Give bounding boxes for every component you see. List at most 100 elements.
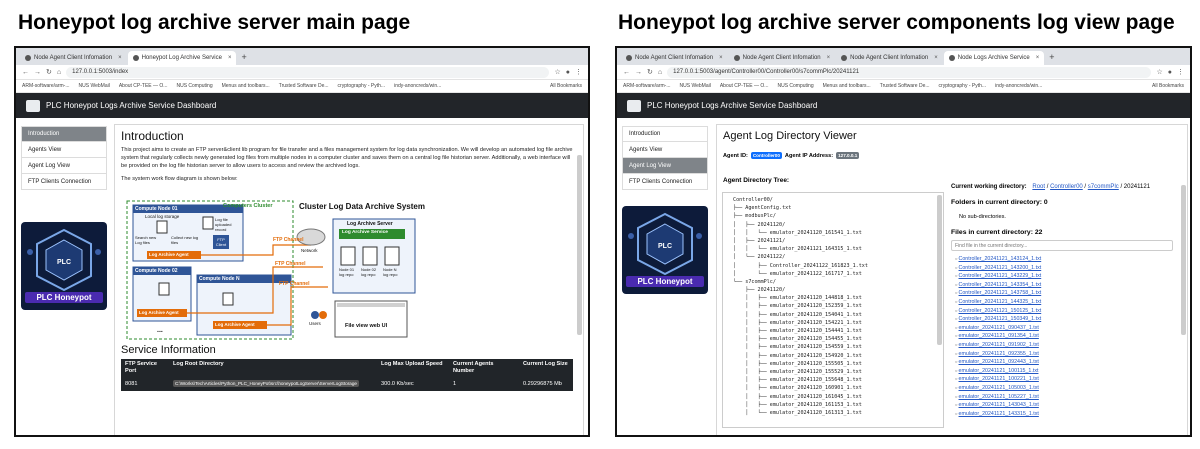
star-icon[interactable]: ☆ [554, 68, 560, 76]
tree-node[interactable]: │ ├── emulator_20241120_154455_1.txt [733, 335, 933, 343]
tree-node[interactable]: │ ├── emulator_20241120_144818_1.txt [733, 294, 933, 302]
bookmark-item[interactable]: NUS WebMail [79, 83, 110, 89]
sidebar-item-introduction[interactable]: Introduction [622, 126, 708, 142]
new-tab-icon[interactable]: + [1045, 52, 1058, 62]
page-scrollbar[interactable] [1181, 185, 1186, 335]
bookmark-item[interactable]: NUS Computing [777, 83, 813, 89]
forward-icon[interactable]: → [34, 69, 41, 76]
file-link[interactable]: emulator_20241121_100115_1.txt [959, 368, 1039, 374]
reload-icon[interactable]: ↻ [647, 68, 653, 76]
close-icon[interactable]: × [228, 55, 232, 61]
file-link[interactable]: Controller_20241121_150125_1.txt [959, 308, 1042, 314]
tab-node-agent[interactable]: Node Agent Client Infomation × [20, 51, 127, 65]
bookmark-item[interactable]: cryptography - Pyth... [338, 83, 386, 89]
new-tab-icon[interactable]: + [237, 52, 250, 62]
close-icon[interactable]: × [934, 55, 938, 61]
tree-node[interactable]: ├── AgentConfig.txt [733, 204, 933, 212]
tree-node[interactable]: │ ├── emulator_20241120_155529_1.txt [733, 368, 933, 376]
file-link[interactable]: emulator_20241121_105003_1.txt [959, 385, 1039, 391]
bookmark-item[interactable]: cryptography - Pyth... [939, 83, 987, 89]
tree-node[interactable]: ├── 20241120/ [733, 286, 933, 294]
bookmark-item[interactable]: ARM-software/arm-... [623, 83, 671, 89]
tree-node[interactable]: │ ├── emulator_20241120_161153_1.txt [733, 401, 933, 409]
file-link[interactable]: Controller_20241121_144325_1.txt [959, 299, 1042, 305]
extension-icon[interactable]: ● [566, 69, 570, 76]
forward-icon[interactable]: → [635, 69, 642, 76]
file-link[interactable]: emulator_20241121_143315_1.txt [959, 411, 1039, 417]
tree-node[interactable]: │ └── emulator_20241122_161717_1.txt [733, 270, 933, 278]
tree-node[interactable]: │ ├── emulator_20241120_154559_1.txt [733, 343, 933, 351]
tree-node[interactable]: │ ├── emulator_20241120_155648_1.txt [733, 376, 933, 384]
sidebar-item-agent-log-view[interactable]: Agent Log View [21, 158, 107, 174]
bookmark-item[interactable]: Trusted Software De... [279, 83, 329, 89]
tree-node[interactable]: │ ├── 20241120/ [733, 221, 933, 229]
tab-node-agent-2[interactable]: Node Agent Client Infomation × [729, 51, 836, 65]
close-icon[interactable]: × [719, 55, 723, 61]
bookmark-item[interactable]: Menus and toolbars... [222, 83, 270, 89]
tree-node[interactable]: │ ├── emulator_20241120_155505_1.txt [733, 360, 933, 368]
bookmark-item[interactable]: Trusted Software De... [880, 83, 930, 89]
file-link[interactable]: Controller_20241121_143229_1.txt [959, 273, 1042, 279]
url-field[interactable]: 127.0.0.1:5003/agent/Controller00/Contro… [667, 66, 1152, 78]
sidebar-item-agents-view[interactable]: Agents View [622, 142, 708, 158]
tree-scrollbar[interactable] [937, 195, 942, 345]
file-link[interactable]: Controller_20241121_143124_1.txt [959, 256, 1042, 262]
file-link[interactable]: emulator_20241121_091354_1.txt [959, 333, 1039, 339]
sidebar-item-ftp-clients[interactable]: FTP Clients Connection [622, 174, 708, 190]
tree-node[interactable]: │ ├── emulator_20241120_154920_1.txt [733, 352, 933, 360]
file-link[interactable]: emulator_20241121_092355_1.txt [959, 351, 1039, 357]
tree-node[interactable]: │ │ └── emulator_20241121_164315_1.txt [733, 245, 933, 253]
sidebar-item-introduction[interactable]: Introduction [21, 126, 107, 142]
close-icon[interactable]: × [827, 55, 831, 61]
tree-node[interactable]: │ └── 20241122/ [733, 253, 933, 261]
tree-node[interactable]: │ ├── emulator_20241120_154221_1.txt [733, 319, 933, 327]
sidebar-item-agents-view[interactable]: Agents View [21, 142, 107, 158]
file-link[interactable]: emulator_20241121_090437_1.txt [959, 325, 1039, 331]
file-link[interactable]: Controller_20241121_143354_1.txt [959, 282, 1042, 288]
close-icon[interactable]: × [118, 55, 122, 61]
star-icon[interactable]: ☆ [1156, 68, 1162, 76]
extension-icon[interactable]: ● [1168, 69, 1172, 76]
sidebar-item-ftp-clients[interactable]: FTP Clients Connection [21, 174, 107, 190]
file-link[interactable]: Controller_20241121_143758_1.txt [959, 290, 1042, 296]
back-icon[interactable]: ← [22, 69, 29, 76]
all-bookmarks[interactable]: All Bookmarks [550, 83, 582, 89]
file-link[interactable]: emulator_20241121_091902_1.txt [959, 342, 1039, 348]
tree-node[interactable]: │ ├── emulator_20241120_160901_1.txt [733, 384, 933, 392]
bookmark-item[interactable]: indy-anoncreds/win... [995, 83, 1042, 89]
home-icon[interactable]: ⌂ [658, 69, 662, 76]
tree-node[interactable]: │ ├── emulator_20241120_161045_1.txt [733, 393, 933, 401]
file-link[interactable]: emulator_20241121_092443_1.txt [959, 359, 1039, 365]
breadcrumb-s7commplc[interactable]: s7commPlc [1088, 184, 1119, 190]
tree-node[interactable]: │ ├── emulator_20241120_154041_1.txt [733, 311, 933, 319]
file-link[interactable]: Controller_20241121_143200_1.txt [959, 265, 1042, 271]
bookmark-item[interactable]: NUS WebMail [680, 83, 711, 89]
file-link[interactable]: Controller_20241121_150349_1.txt [959, 316, 1042, 322]
url-field[interactable]: 127.0.0.1:5003/index [66, 66, 550, 78]
tree-node[interactable]: │ ├── 20241121/ [733, 237, 933, 245]
bookmark-item[interactable]: NUS Computing [176, 83, 212, 89]
home-icon[interactable]: ⌂ [57, 69, 61, 76]
back-icon[interactable]: ← [623, 69, 630, 76]
tree-node[interactable]: │ ├── emulator_20241120_154441_1.txt [733, 327, 933, 335]
file-search-input[interactable] [951, 240, 1173, 251]
tree-node[interactable]: │ ├── emulator_20241120_152359_1.txt [733, 302, 933, 310]
page-scrollbar[interactable] [577, 155, 582, 335]
menu-icon[interactable]: ⋮ [575, 68, 582, 76]
reload-icon[interactable]: ↻ [46, 68, 52, 76]
bookmark-item[interactable]: indy-anoncreds/win... [394, 83, 441, 89]
tab-node-agent-1[interactable]: Node Agent Client Infomation × [621, 51, 728, 65]
tab-node-agent-3[interactable]: Node Agent Client Infomation × [836, 51, 943, 65]
close-icon[interactable]: × [1036, 55, 1040, 61]
tab-logs-archive[interactable]: Node Logs Archive Service × [943, 51, 1045, 65]
tree-node[interactable]: └── s7commPlc/ [733, 278, 933, 286]
all-bookmarks[interactable]: All Bookmarks [1152, 83, 1184, 89]
tree-node[interactable]: │ │ └── emulator_20241120_161541_1.txt [733, 229, 933, 237]
bookmark-item[interactable]: Menus and toolbars... [823, 83, 871, 89]
tree-node[interactable]: │ └── emulator_20241120_161313_1.txt [733, 409, 933, 417]
tree-node[interactable]: │ ├── Controller_20241122_161823_1.txt [733, 262, 933, 270]
tab-archive-service[interactable]: Honeypot Log Archive Service × [127, 51, 237, 65]
file-link[interactable]: emulator_20241121_100221_1.txt [959, 376, 1039, 382]
menu-icon[interactable]: ⋮ [1177, 68, 1184, 76]
tree-node[interactable]: Controller00/ [733, 196, 933, 204]
